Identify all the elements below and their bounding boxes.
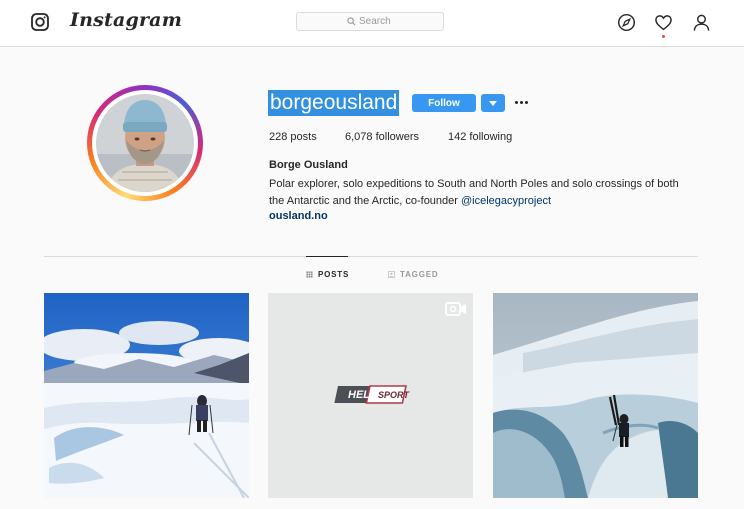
profile-bio: Polar explorer, solo expeditions to Sout… — [269, 176, 699, 209]
tab-posts[interactable]: POSTS — [306, 270, 349, 279]
bio-line-2-text: the Antarctic and the Arctic, co-founder — [269, 194, 461, 207]
profile-full-name: Borge Ousland — [269, 159, 348, 171]
suggestions-dropdown-button[interactable] — [481, 94, 505, 112]
followers-count[interactable]: 6,078 followers — [345, 131, 419, 143]
post-thumbnail-2[interactable]: HEL SPORT — [268, 293, 473, 498]
helsport-logo-right: SPORT — [378, 390, 409, 400]
follow-button[interactable]: Follow — [412, 94, 476, 112]
avatar-photo — [96, 94, 194, 192]
video-camera-icon — [445, 302, 466, 316]
bio-line-1: Polar explorer, solo expeditions to Sout… — [269, 178, 679, 190]
post-thumbnail-1[interactable] — [44, 293, 249, 498]
chevron-down-icon — [489, 101, 497, 106]
tab-tagged-label: TAGGED — [400, 270, 439, 279]
profile-username: borgeousland — [268, 90, 400, 116]
search-input[interactable]: Search — [296, 12, 444, 31]
active-tab-indicator — [306, 256, 348, 257]
profile-website-link[interactable]: ousland.no — [269, 210, 328, 222]
bio-line-2: the Antarctic and the Arctic, co-founder… — [269, 193, 699, 210]
compass-icon[interactable] — [617, 13, 636, 32]
search-icon — [347, 17, 356, 26]
following-count[interactable]: 142 following — [448, 131, 512, 143]
profile-icon[interactable] — [692, 13, 711, 32]
instagram-camera-icon[interactable] — [31, 13, 49, 31]
helsport-logo-left: HEL — [348, 389, 370, 401]
notification-dot — [662, 35, 665, 38]
post-thumbnail-3[interactable] — [493, 293, 698, 498]
helsport-logo: HEL SPORT — [346, 388, 410, 402]
tagged-icon — [388, 271, 395, 278]
tab-posts-label: POSTS — [318, 270, 350, 279]
grid-icon — [306, 271, 313, 278]
posts-count: 228 posts — [269, 131, 317, 143]
instagram-wordmark[interactable]: Instagram — [70, 9, 182, 31]
heart-icon[interactable] — [654, 13, 673, 32]
tab-tagged[interactable]: TAGGED — [388, 270, 438, 279]
post-1-image — [44, 293, 249, 498]
avatar[interactable] — [92, 90, 198, 196]
tabs-divider — [44, 256, 698, 257]
top-navigation-bar: Instagram Search — [0, 0, 744, 47]
search-placeholder: Search — [359, 16, 391, 27]
post-3-image — [493, 293, 698, 498]
bio-mention-link[interactable]: @icelegacyproject — [461, 195, 551, 207]
more-options-icon[interactable] — [515, 96, 531, 108]
